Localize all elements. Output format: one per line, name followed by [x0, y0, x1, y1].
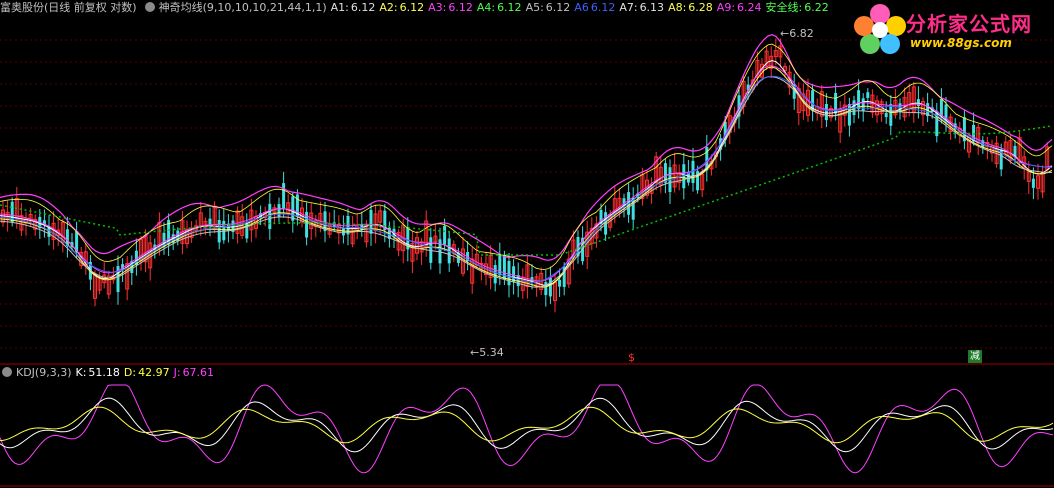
- price-chart-canvas[interactable]: [0, 0, 1054, 488]
- indicator-value: 6.12: [497, 1, 522, 14]
- candle-down: [443, 226, 447, 245]
- sell-signal-marker: 减: [968, 350, 982, 363]
- kdj-title: KDJ(9,3,3): [16, 366, 72, 379]
- indicator-label: A5:: [525, 1, 544, 14]
- candle-down: [861, 98, 865, 111]
- candle-down: [493, 265, 497, 284]
- kdj-k-label: K:: [75, 366, 87, 379]
- indicator-label: A8:: [668, 1, 687, 14]
- kdj-d-value: 42.97: [138, 366, 170, 379]
- indicator-value: 6.12: [590, 1, 616, 14]
- indicator-label: A3:: [428, 1, 447, 14]
- indicator-label: A2:: [379, 1, 398, 14]
- ma-line: [0, 60, 1053, 286]
- stock-title: 富奥股份(日线 前复权 对数): [0, 1, 137, 14]
- logo-text: 分析家公式网: [906, 12, 1032, 36]
- gear-icon[interactable]: [144, 2, 155, 12]
- indicator-label: A6: [574, 1, 589, 14]
- kdj-j-line: [0, 384, 1054, 474]
- flower-logo-icon: [854, 4, 906, 54]
- indicator-value: 6.28: [688, 1, 713, 14]
- indicator-value: 6.22: [804, 1, 829, 14]
- candle-down: [282, 183, 286, 209]
- candle-down: [1031, 178, 1035, 188]
- candle-down: [884, 112, 888, 118]
- candle-down: [866, 92, 870, 98]
- kdj-d-label: D:: [123, 366, 137, 379]
- indicator-value: 6.13: [639, 1, 665, 14]
- indicator-value: 6.12: [350, 1, 376, 14]
- indicator-value: 6.12: [545, 1, 571, 14]
- indicator-label: A7:: [619, 1, 638, 14]
- logo-url: www.88gs.com: [910, 36, 1012, 50]
- low-price-label: ←5.34: [470, 346, 504, 359]
- stock-chart-window: 富奥股份(日线 前复权 对数) 神奇均线(9,10,10,10,21,44,1,1…: [0, 0, 1054, 488]
- kdj-header: KDJ(9,3,3) K: 51.18 D: 42.97 J: 67.61: [0, 366, 218, 380]
- candle-down: [222, 220, 226, 241]
- indicator-label: A1:: [330, 1, 349, 14]
- indicator-label: 安全线:: [765, 1, 803, 14]
- candle-down: [291, 196, 295, 221]
- indicator-label: A9:: [716, 1, 736, 14]
- kdj-j-value: 67.61: [182, 366, 215, 379]
- candle-down: [268, 203, 272, 229]
- indicator-title: 神奇均线(9,10,10,10,21,44,1,1): [158, 1, 327, 14]
- buy-signal-marker: $: [628, 351, 635, 364]
- candle-down: [824, 104, 828, 121]
- gear-icon[interactable]: [2, 367, 12, 377]
- kdj-k-value: 51.18: [88, 366, 120, 379]
- kdj-k-line: [0, 397, 1054, 453]
- candle-down: [811, 90, 815, 111]
- kdj-d-line: [0, 406, 1054, 444]
- candle-down: [369, 209, 373, 234]
- candle-down: [558, 279, 562, 287]
- indicator-value: 6.12: [448, 1, 473, 14]
- indicator-value: 6.12: [399, 1, 425, 14]
- candle-down: [889, 104, 893, 126]
- candle-down: [548, 277, 552, 297]
- kdj-j-label: J:: [173, 366, 181, 379]
- indicator-value: 6.24: [737, 1, 762, 14]
- indicator-label: A4:: [476, 1, 496, 14]
- high-price-label: ←6.82: [780, 27, 814, 40]
- main-chart-header: 富奥股份(日线 前复权 对数) 神奇均线(9,10,10,10,21,44,1,1…: [0, 0, 837, 16]
- site-logo: 分析家公式网 www.88gs.com: [850, 0, 1054, 60]
- candle-down: [916, 99, 920, 107]
- indicator-values: A1: 6.12 A2: 6.12 A3: 6.12 A4: 6.12 A5: 6.12 A6 6.1…: [331, 1, 833, 14]
